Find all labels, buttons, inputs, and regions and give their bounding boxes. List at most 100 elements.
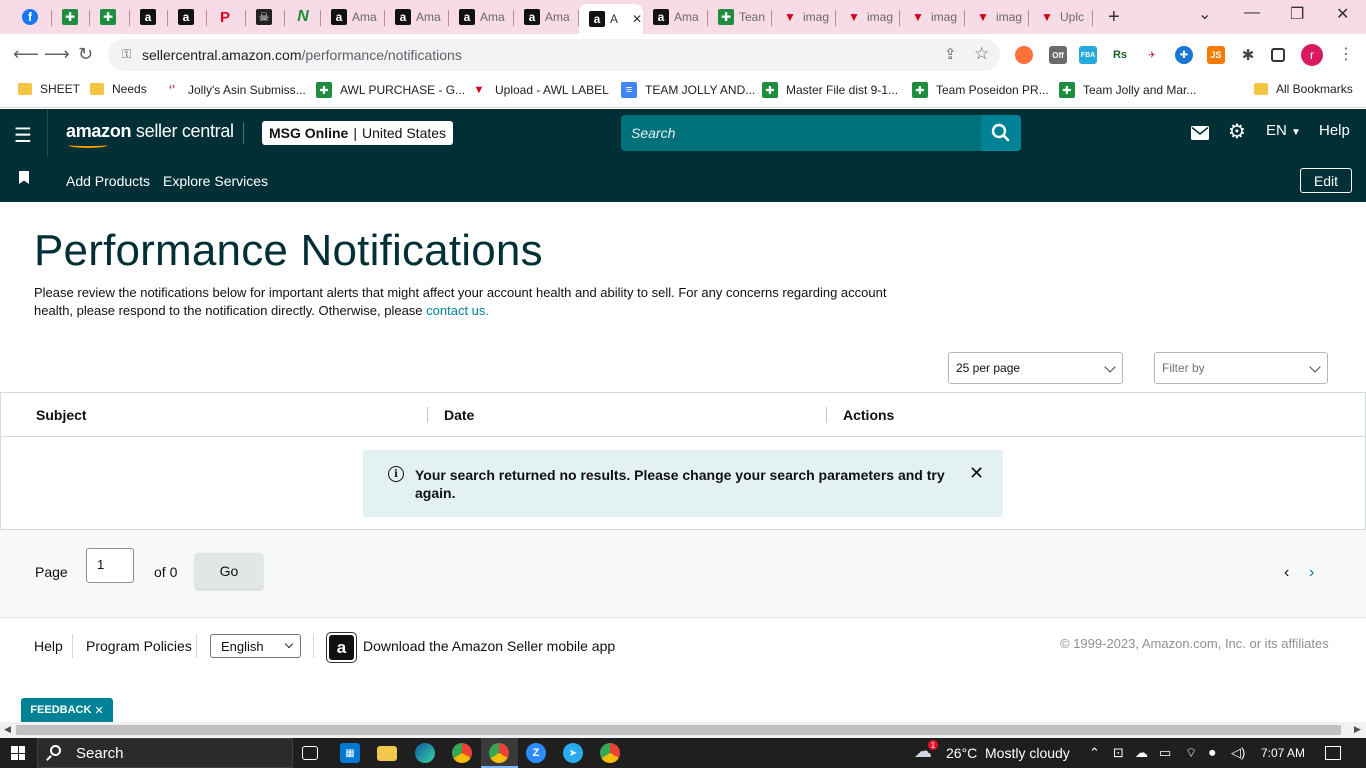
footer-help-link[interactable]: Help [34, 638, 63, 654]
page-number-input[interactable]: 1 [86, 548, 134, 583]
browser-menu-icon[interactable]: ⋮ [1338, 44, 1354, 64]
show-hidden-icons-icon[interactable]: ⌃ [1089, 745, 1100, 761]
sellerapp-extension-icon[interactable]: ✈ [1143, 46, 1161, 64]
bookmark-star-icon[interactable]: ☆ [974, 44, 989, 64]
restore-icon[interactable]: ❐ [1290, 4, 1304, 24]
reload-icon[interactable]: ↻ [78, 44, 93, 65]
minimize-icon[interactable]: — [1244, 4, 1260, 22]
task-view-icon[interactable] [302, 746, 318, 760]
onedrive-icon[interactable]: ☁ [1135, 745, 1148, 761]
notifications-icon[interactable] [1325, 746, 1341, 760]
feedback-button[interactable]: FEEDBACK ✕ [21, 698, 113, 722]
bookmark-item[interactable]: ≡ TEAM JOLLY AND... [621, 82, 755, 98]
clock[interactable]: 7:07 AM [1261, 746, 1305, 760]
close-icon[interactable]: ✕ [94, 704, 103, 717]
browser-tab[interactable]: ✚ [90, 4, 130, 30]
browser-tab[interactable]: a A ✕ [579, 4, 643, 34]
store-switcher[interactable]: MSG Online | United States [262, 121, 454, 145]
fba-extension-icon[interactable]: FBA [1079, 46, 1097, 64]
browser-tab[interactable]: ▼ imag [836, 4, 900, 30]
browser-tab[interactable]: ✚ [52, 4, 90, 30]
taskbar-search[interactable]: Search [37, 738, 293, 768]
browser-tab[interactable]: P [207, 4, 246, 30]
close-icon[interactable]: ✕ [969, 463, 984, 484]
subnav-link-explore-services[interactable]: Explore Services [163, 173, 268, 189]
seller-central-logo[interactable]: amazon seller central [66, 121, 234, 148]
bookmark-item[interactable]: ✚ AWL PURCHASE - G... [316, 82, 465, 98]
microphone-icon[interactable]: ⏺ [1209, 745, 1216, 761]
edit-button[interactable]: Edit [1300, 168, 1352, 193]
forward-icon[interactable]: ⟶ [44, 44, 70, 65]
search-button[interactable] [981, 115, 1021, 151]
keepa-extension-icon[interactable]: ✚ [1175, 46, 1193, 64]
close-tab-icon[interactable]: ✕ [632, 12, 642, 26]
browser-tab[interactable]: ☠ [246, 4, 285, 30]
battery-icon[interactable]: ▭ [1159, 745, 1171, 761]
chrome-icon[interactable] [452, 743, 472, 763]
extensions-puzzle-icon[interactable]: ✱ [1239, 46, 1257, 64]
tab-search-icon[interactable]: ⌄ [1198, 4, 1211, 24]
bookmark-item[interactable]: ʻʼ Jolly's Asin Submiss... [164, 82, 306, 98]
settings-gear-icon[interactable]: ⚙ [1228, 119, 1246, 144]
meet-now-icon[interactable]: ⊡ [1113, 745, 1124, 761]
amazon-seller-app-icon[interactable]: a [326, 632, 357, 663]
weather-description[interactable]: Mostly cloudy [985, 745, 1070, 761]
store-icon[interactable]: ▦ [340, 743, 360, 763]
search-input[interactable]: Search [621, 115, 981, 151]
bookmark-item[interactable]: ▼ Upload - AWL LABEL [471, 82, 609, 98]
subnav-link-add-products[interactable]: Add Products [66, 173, 150, 189]
share-icon[interactable]: ⇪ [944, 45, 957, 63]
browser-tab[interactable]: ▼ imag [900, 4, 965, 30]
mail-icon[interactable] [1191, 126, 1209, 140]
firefox-extension-icon[interactable] [1015, 46, 1033, 64]
hamburger-menu-icon[interactable]: ☰ [14, 123, 32, 148]
filter-select[interactable]: Filter by [1154, 352, 1328, 384]
browser-tab[interactable]: a [130, 4, 168, 30]
bookmark-item[interactable]: ✚ Team Poseidon PR... [912, 82, 1049, 98]
browser-tab[interactable]: a Ama [385, 4, 449, 30]
windows-start-icon[interactable] [11, 746, 25, 760]
scroll-right-icon[interactable]: ▶ [1354, 724, 1361, 735]
bookmark-item[interactable]: Needs [90, 82, 147, 96]
bookmark-item[interactable]: ✚ Master File dist 9-1... [762, 82, 898, 98]
horizontal-scrollbar[interactable]: ◀ ▶ [0, 722, 1366, 738]
bookmark-item[interactable]: SHEET [18, 82, 80, 96]
file-explorer-icon[interactable] [377, 746, 397, 761]
side-panel-icon[interactable] [1271, 48, 1285, 62]
close-window-icon[interactable]: ✕ [1336, 4, 1349, 24]
off-extension-icon[interactable]: Off [1049, 46, 1067, 64]
column-header-subject[interactable]: Subject [36, 407, 87, 423]
profile-avatar[interactable]: r [1301, 44, 1323, 66]
all-bookmarks[interactable]: All Bookmarks [1254, 82, 1353, 96]
go-button[interactable]: Go [195, 553, 263, 589]
chrome-icon[interactable] [489, 743, 509, 763]
chrome-icon[interactable] [600, 743, 620, 763]
new-tab-icon[interactable]: + [1108, 6, 1120, 29]
telegram-icon[interactable]: ➤ [563, 743, 583, 763]
browser-tab[interactable]: N [285, 4, 321, 30]
previous-page-icon[interactable]: ‹ [1284, 564, 1289, 582]
rs-extension-icon[interactable]: Rs [1111, 46, 1129, 64]
program-policies-link[interactable]: Program Policies [86, 638, 192, 654]
language-switcher[interactable]: EN ▼ [1266, 122, 1301, 139]
download-app-link[interactable]: Download the Amazon Seller mobile app [363, 638, 615, 654]
browser-tab[interactable]: ▼ imag [772, 4, 836, 30]
address-bar[interactable]: ⚿ sellercentral.amazon.com/performance/n… [108, 39, 1000, 71]
contact-us-link[interactable]: contact us. [426, 303, 489, 318]
browser-tab[interactable]: a [168, 4, 207, 30]
js-extension-icon[interactable]: JS [1207, 46, 1225, 64]
wifi-icon[interactable]: ⌔ [1185, 745, 1197, 761]
header-help-link[interactable]: Help [1319, 122, 1350, 139]
browser-tab[interactable]: f [12, 4, 52, 30]
volume-icon[interactable]: ◁) [1231, 745, 1245, 761]
browser-tab[interactable]: ✚ Tean [708, 4, 772, 30]
bookmark-item[interactable]: ✚ Team Jolly and Mar... [1059, 82, 1196, 98]
per-page-select[interactable]: 25 per page [948, 352, 1123, 384]
browser-tab[interactable]: a Ama [514, 4, 579, 30]
browser-tab[interactable]: ▼ Uplc [1029, 4, 1093, 30]
footer-language-select[interactable]: English [210, 634, 301, 658]
browser-tab[interactable]: a Ama [643, 4, 708, 30]
edge-icon[interactable] [415, 743, 435, 763]
column-header-date[interactable]: Date [444, 407, 474, 423]
scrollbar-thumb[interactable] [16, 725, 1341, 735]
